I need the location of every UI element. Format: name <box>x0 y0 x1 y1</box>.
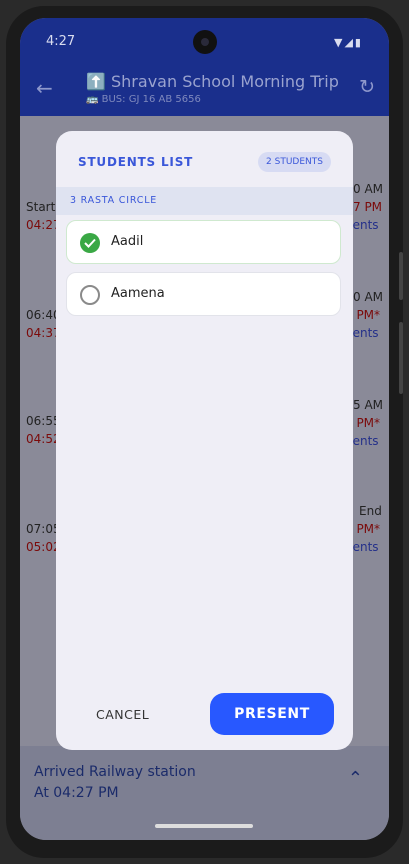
screen: 4:27 ▼◢▮ ← ⬆️ Shravan School Morning Tri… <box>20 18 389 840</box>
empty-circle-icon[interactable] <box>80 285 100 305</box>
student-row[interactable]: Aadil <box>66 220 341 264</box>
status-icons: ▼◢▮ <box>334 36 363 49</box>
student-name: Aamena <box>111 286 165 301</box>
student-name: Aadil <box>111 234 144 249</box>
arrival-time: At 04:27 PM <box>34 785 119 801</box>
bus-subtitle: 🚌 BUS: GJ 16 AB 5656 <box>86 94 201 105</box>
arrival-status: Arrived Railway station At 04:27 PM <box>34 762 196 804</box>
stop-group-label: 3 RASTA CIRCLE <box>70 195 158 206</box>
timeline-right-time: 5 AM <box>353 398 384 412</box>
students-list-dialog: STUDENTS LIST 2 STUDENTS 3 RASTA CIRCLE … <box>56 131 353 750</box>
timeline-left-time: Start <box>26 200 56 214</box>
status-bar: 4:27 ▼◢▮ <box>20 18 389 64</box>
camera-cutout <box>193 30 217 54</box>
app-bar: ← ⬆️ Shravan School Morning Trip 🚌 BUS: … <box>20 64 389 116</box>
present-button[interactable]: PRESENT <box>210 693 334 735</box>
timeline-right-actual: 7 PM <box>353 200 383 214</box>
arrival-location: Arrived Railway station <box>34 764 196 780</box>
timeline-right-time: 0 AM <box>353 290 384 304</box>
back-arrow-icon[interactable]: ← <box>36 76 53 100</box>
student-row[interactable]: Aamena <box>66 272 341 316</box>
cancel-button[interactable]: CANCEL <box>96 707 149 722</box>
refresh-icon[interactable]: ↻ <box>359 76 375 98</box>
stop-group-header: 3 RASTA CIRCLE <box>56 187 353 215</box>
timeline-right-time: 0 AM <box>353 182 384 196</box>
chevron-up-icon[interactable]: ⌃ <box>348 768 363 789</box>
home-indicator[interactable] <box>155 824 253 828</box>
status-time: 4:27 <box>46 34 76 49</box>
student-count-badge: 2 STUDENTS <box>258 152 331 172</box>
volume-button <box>399 322 403 394</box>
power-button <box>399 252 403 300</box>
timeline-right-time: End <box>359 504 382 518</box>
dialog-title: STUDENTS LIST <box>78 155 194 169</box>
checkmark-circle-icon[interactable] <box>80 233 100 253</box>
app-title: ⬆️ Shravan School Morning Trip <box>86 72 339 91</box>
